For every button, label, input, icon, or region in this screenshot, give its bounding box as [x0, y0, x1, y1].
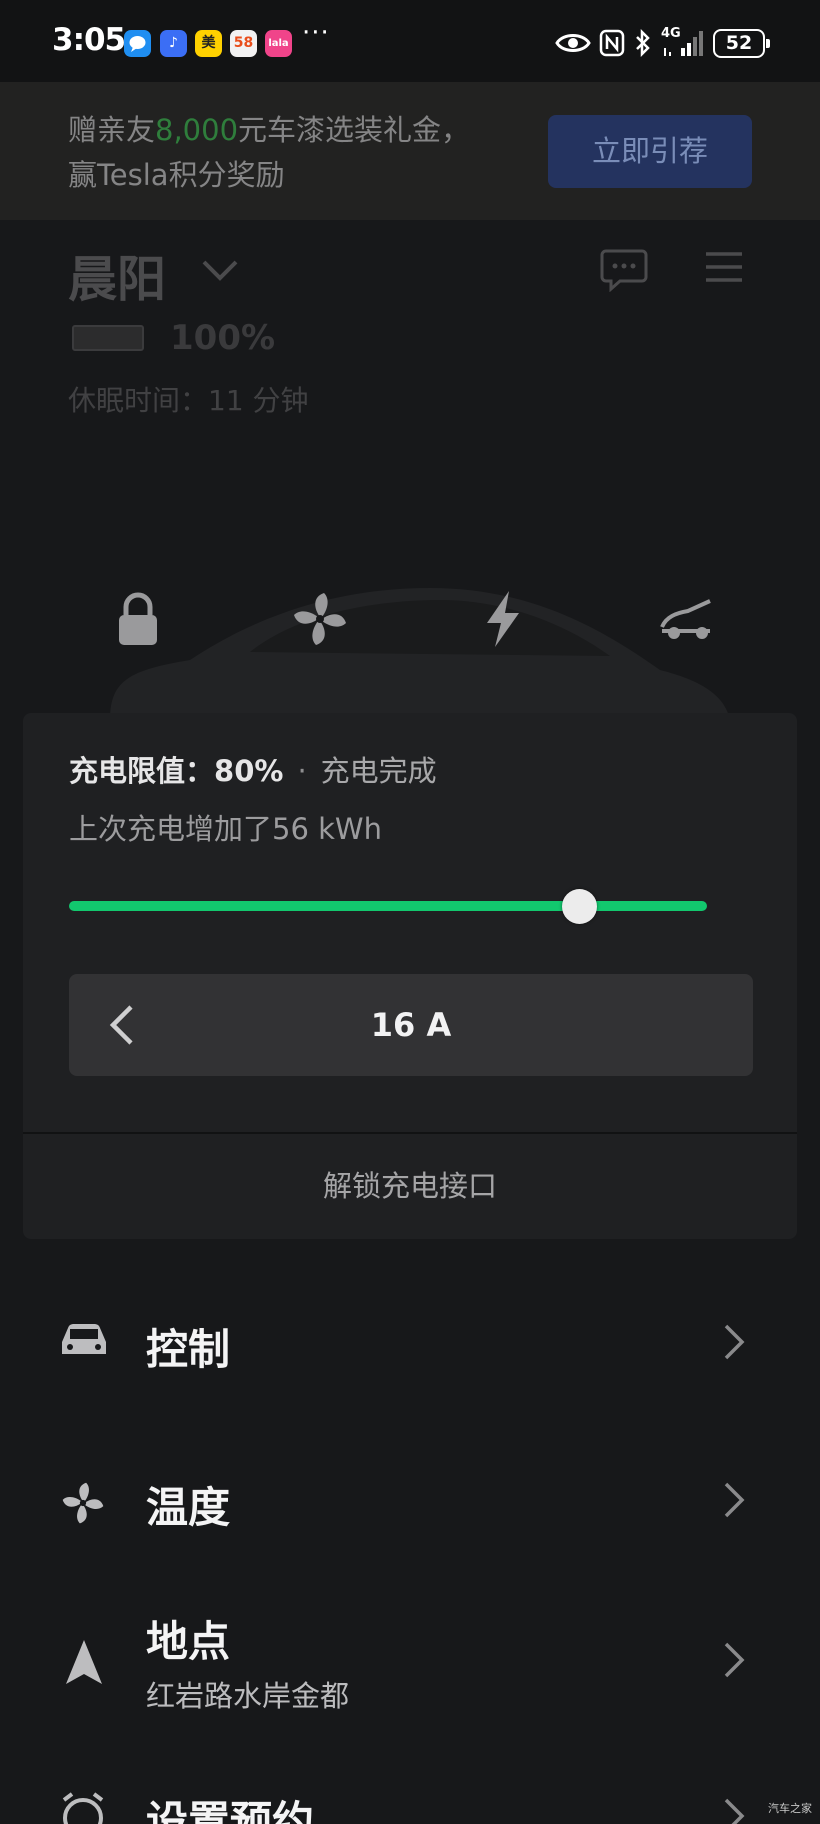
network-indicator: 4G — [661, 26, 705, 58]
amperage-control: 16 A — [69, 974, 753, 1076]
more-notifications-icon: ··· — [302, 18, 330, 48]
message-icon[interactable] — [600, 248, 648, 292]
charge-limit-text: 充电限值：80% · 充电完成 — [69, 754, 437, 788]
amperage-value: 16 A — [370, 1006, 452, 1044]
alarm-clock-icon — [62, 1792, 104, 1824]
menu-item-location[interactable]: 地点 红岩路水岸金都 — [0, 1598, 820, 1738]
menu-item-climate[interactable]: 温度 — [0, 1440, 820, 1560]
menu-label-schedule: 设置预约 — [146, 1797, 315, 1824]
watermark: 汽车之家 — [768, 1802, 812, 1815]
charge-limit-slider-thumb[interactable] — [562, 889, 598, 924]
eye-icon — [555, 34, 591, 52]
menu-label-controls: 控制 — [146, 1325, 231, 1374]
location-address: 红岩路水岸金都 — [146, 1679, 350, 1713]
refer-now-button[interactable]: 立即引荐 — [548, 115, 752, 188]
chevron-left-icon[interactable] — [107, 1003, 135, 1047]
meituan-app-icon: 美 — [195, 30, 222, 57]
music-app-icon: ♪ — [160, 30, 187, 57]
menu-label-location: 地点 — [146, 1617, 231, 1666]
chevron-right-icon — [724, 1642, 745, 1678]
navigation-arrow-icon — [66, 1640, 102, 1684]
referral-text: 赠亲友8,000元车漆选装礼金， 赢Tesla积分奖励 — [68, 113, 471, 192]
charge-limit-slider[interactable] — [69, 901, 707, 911]
status-bar: 3:05 ♪ 美 58 lala ··· 4G 52 — [0, 0, 820, 82]
chevron-right-icon — [724, 1482, 745, 1518]
sleep-time: 休眠时间：11 分钟 — [68, 384, 309, 417]
menu-item-controls[interactable]: 控制 — [0, 1282, 820, 1402]
menu-label-climate: 温度 — [146, 1483, 231, 1532]
nfc-icon — [599, 29, 625, 57]
charge-bolt-icon[interactable] — [471, 587, 535, 651]
referral-amount: 8,000 — [155, 113, 239, 147]
frunk-icon[interactable] — [654, 587, 718, 651]
fan-icon[interactable] — [288, 587, 352, 651]
charge-added-text: 上次充电增加了56 kWh — [69, 812, 382, 846]
referral-banner: 赠亲友8,000元车漆选装礼金， 赢Tesla积分奖励 立即引荐 — [0, 82, 820, 220]
battery-percent: 100% — [170, 318, 276, 358]
chevron-right-icon — [724, 1324, 745, 1360]
status-time: 3:05 — [52, 22, 126, 58]
chevron-right-icon — [724, 1798, 745, 1824]
chevron-down-icon[interactable] — [200, 258, 240, 282]
vehicle-name[interactable]: 晨阳 — [68, 240, 166, 311]
car-image — [110, 588, 730, 720]
charge-status: 充电完成 — [320, 754, 437, 788]
58-app-icon: 58 — [230, 30, 257, 57]
lala-app-icon: lala — [265, 30, 292, 57]
menu-item-schedule[interactable]: 设置预约 — [0, 1776, 820, 1824]
charge-limit-value: 80% — [214, 754, 284, 788]
unlock-charge-port-button[interactable]: 解锁充电接口 — [23, 1134, 797, 1239]
signal-icon — [664, 31, 703, 56]
lock-icon[interactable] — [106, 587, 170, 651]
battery-indicator: 52 — [713, 28, 770, 58]
bluetooth-icon — [636, 29, 650, 57]
charging-card: 充电限值：80% · 充电完成 上次充电增加了56 kWh 16 A 解锁充电接口 — [23, 713, 797, 1239]
fan-icon — [62, 1482, 104, 1524]
car-icon — [62, 1324, 106, 1354]
menu-icon[interactable] — [704, 250, 744, 284]
battery-level-bar — [72, 325, 144, 351]
status-indicators: 4G 52 — [555, 26, 770, 60]
message-app-icon — [124, 30, 151, 57]
